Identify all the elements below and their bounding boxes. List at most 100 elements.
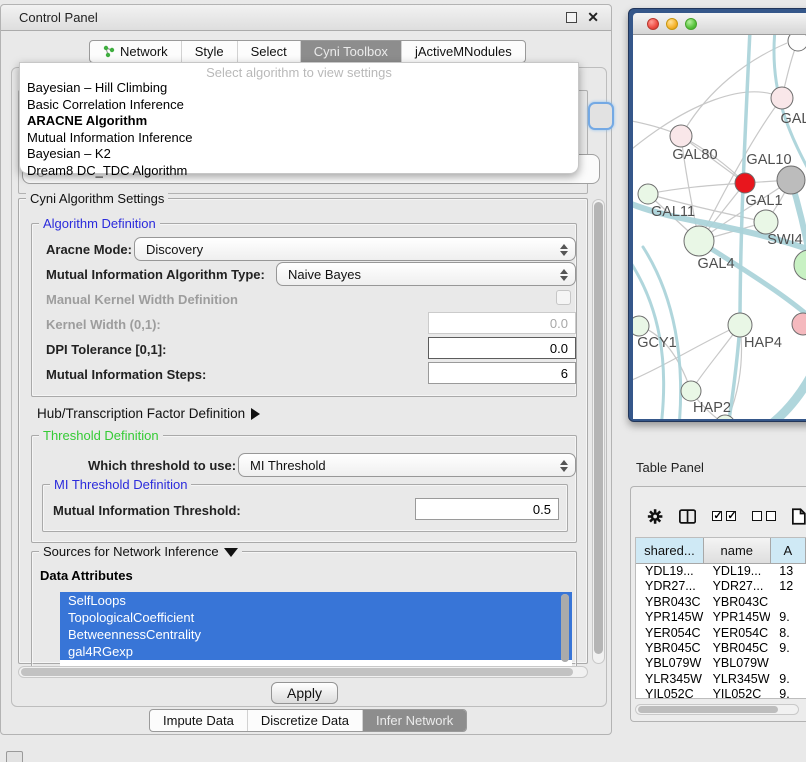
mi-steps-field[interactable]: 6: [428, 362, 576, 384]
hub-definition-toggle[interactable]: Hub/Transcription Factor Definition: [37, 406, 260, 421]
new-table-icon[interactable]: [792, 507, 806, 526]
table-row[interactable]: YDR27...YDR27...12: [636, 579, 806, 594]
expand-arrow-icon[interactable]: [251, 408, 260, 420]
dropdown-option[interactable]: ARACNE Algorithm: [20, 113, 578, 130]
table-row[interactable]: YPR145WYPR145W9.: [636, 610, 806, 625]
network-node[interactable]: [754, 210, 778, 234]
table-row[interactable]: YBR045CYBR045C9.: [636, 641, 806, 656]
network-edge-highlighted[interactable]: [755, 351, 806, 419]
dropdown-option[interactable]: Bayesian – K2: [20, 146, 578, 163]
attribute-item-selected[interactable]: SelfLoops: [60, 592, 572, 609]
close-traffic-light-icon[interactable]: [647, 18, 659, 30]
table-panel: shared...nameA YDL19...YDL19...13YDR27..…: [630, 486, 806, 722]
aracne-mode-combobox[interactable]: Discovery: [134, 237, 576, 261]
table-column-header[interactable]: A: [771, 538, 806, 564]
network-node[interactable]: [792, 313, 806, 335]
network-node[interactable]: [633, 316, 649, 336]
tab-select[interactable]: Select: [237, 41, 300, 62]
network-graph[interactable]: GALGAL80GAL10GAL1GAL11SWI4GAL4GCY1HAP4YH…: [633, 35, 806, 419]
mi-algorithm-type-combobox[interactable]: Naive Bayes: [276, 262, 576, 286]
minimize-traffic-light-icon[interactable]: [666, 18, 678, 30]
network-canvas[interactable]: GALGAL80GAL10GAL1GAL11SWI4GAL4GCY1HAP4YH…: [633, 35, 806, 419]
panel-grip-icon[interactable]: [6, 751, 23, 762]
network-node[interactable]: [777, 166, 805, 194]
table-row[interactable]: YIL052CYIL052C9.: [636, 687, 806, 699]
network-node-label: GAL80: [672, 147, 717, 163]
network-node-label: GAL11: [651, 204, 695, 220]
table-column-header[interactable]: name: [704, 538, 771, 564]
network-edge[interactable]: [681, 43, 787, 136]
scrollbar-thumb[interactable]: [21, 668, 573, 676]
columns-icon[interactable]: [679, 508, 696, 525]
network-node[interactable]: [638, 184, 658, 204]
collapse-arrow-icon[interactable]: [224, 548, 238, 557]
data-attributes-list[interactable]: SelfLoopsTopologicalCoefficientBetweenne…: [60, 592, 572, 666]
combo-stepper-icon: [559, 241, 569, 258]
manual-kernel-width-checkbox[interactable]: [556, 290, 571, 305]
table-cell: 12: [770, 579, 806, 594]
table-rows: YDL19...YDL19...13YDR27...YDR27...12YBR0…: [636, 564, 806, 699]
table-row[interactable]: YBL079WYBL079W: [636, 656, 806, 671]
tab-style[interactable]: Style: [181, 41, 237, 62]
apply-button[interactable]: Apply: [271, 682, 338, 704]
which-threshold-value: MI Threshold: [250, 458, 326, 473]
zoom-traffic-light-icon[interactable]: [685, 18, 697, 30]
network-edge[interactable]: [648, 183, 745, 194]
table-horizontal-scrollbar[interactable]: [635, 704, 799, 715]
bottom-tab-infer-network[interactable]: Infer Network: [362, 710, 466, 731]
network-node[interactable]: [684, 226, 714, 256]
sources-title: Sources for Network Inference: [43, 544, 219, 559]
dpi-tolerance-field[interactable]: 0.0: [428, 337, 576, 359]
mi-threshold-field[interactable]: 0.5: [415, 498, 559, 520]
tab-jactivemnodules[interactable]: jActiveMNodules: [401, 41, 525, 62]
attribute-item-selected[interactable]: TopologicalCoefficient: [60, 609, 572, 626]
network-node[interactable]: [735, 173, 755, 193]
network-edge-highlighted[interactable]: [643, 247, 681, 419]
table-row[interactable]: YLR345WYLR345W9.: [636, 672, 806, 687]
float-window-icon[interactable]: [566, 12, 577, 23]
bottom-tab-impute-data[interactable]: Impute Data: [150, 710, 247, 731]
tab-cyni-toolbox[interactable]: Cyni Toolbox: [300, 41, 401, 62]
which-threshold-combobox[interactable]: MI Threshold: [238, 453, 576, 477]
algorithm-definition-group: Algorithm Definition Aracne Mode: Discov…: [31, 223, 577, 397]
network-node[interactable]: [681, 381, 701, 401]
network-edge[interactable]: [633, 92, 782, 153]
dropdown-option[interactable]: Bayesian – Hill Climbing: [20, 80, 578, 97]
settings-horizontal-scrollbar[interactable]: [18, 666, 588, 678]
network-node[interactable]: [728, 313, 752, 337]
close-icon[interactable]: ✕: [587, 9, 599, 26]
threshold-definition-group: Threshold Definition Which threshold to …: [31, 435, 577, 543]
scrollbar-thumb[interactable]: [561, 594, 569, 662]
network-node[interactable]: [670, 125, 692, 147]
deselect-all-checkboxes-icon[interactable]: [752, 511, 776, 521]
attribute-item-selected[interactable]: BetweennessCentrality: [60, 626, 572, 643]
kernel-width-field[interactable]: 0.0: [428, 312, 576, 334]
table-row[interactable]: YER054CYER054C8.: [636, 626, 806, 641]
network-node[interactable]: [794, 250, 806, 280]
bottom-tab-discretize-data[interactable]: Discretize Data: [247, 710, 362, 731]
table-cell: YLR345W: [704, 672, 771, 687]
network-node[interactable]: [771, 87, 793, 109]
scrollbar-thumb[interactable]: [594, 202, 603, 654]
table-panel-title: Table Panel: [636, 460, 704, 475]
attribute-item-selected[interactable]: gal4RGexp: [60, 643, 572, 660]
network-edge-highlighted[interactable]: [699, 241, 806, 327]
network-edge[interactable]: [633, 325, 740, 380]
network-node[interactable]: [788, 35, 806, 51]
dropdown-option[interactable]: Basic Correlation Inference: [20, 97, 578, 114]
kernel-width-label: Kernel Width (0,1):: [46, 317, 161, 332]
table-row[interactable]: YBR043CYBR043C: [636, 595, 806, 610]
scrollbar-thumb[interactable]: [638, 706, 778, 713]
settings-vertical-scrollbar[interactable]: [592, 199, 605, 664]
tab-network[interactable]: Network: [90, 41, 181, 62]
sources-title-wrap[interactable]: Sources for Network Inference: [39, 544, 242, 559]
gear-icon[interactable]: [647, 507, 663, 526]
network-window-titlebar[interactable]: [633, 13, 806, 35]
focused-field-edge[interactable]: [588, 102, 614, 130]
dropdown-option[interactable]: Mutual Information Inference: [20, 130, 578, 147]
table-column-header[interactable]: shared...: [636, 538, 704, 564]
attributes-scrollbar[interactable]: [561, 594, 569, 662]
table-row[interactable]: YDL19...YDL19...13: [636, 564, 806, 579]
dropdown-option[interactable]: Dream8 DC_TDC Algorithm: [20, 163, 578, 180]
select-all-checkboxes-icon[interactable]: [712, 511, 736, 521]
